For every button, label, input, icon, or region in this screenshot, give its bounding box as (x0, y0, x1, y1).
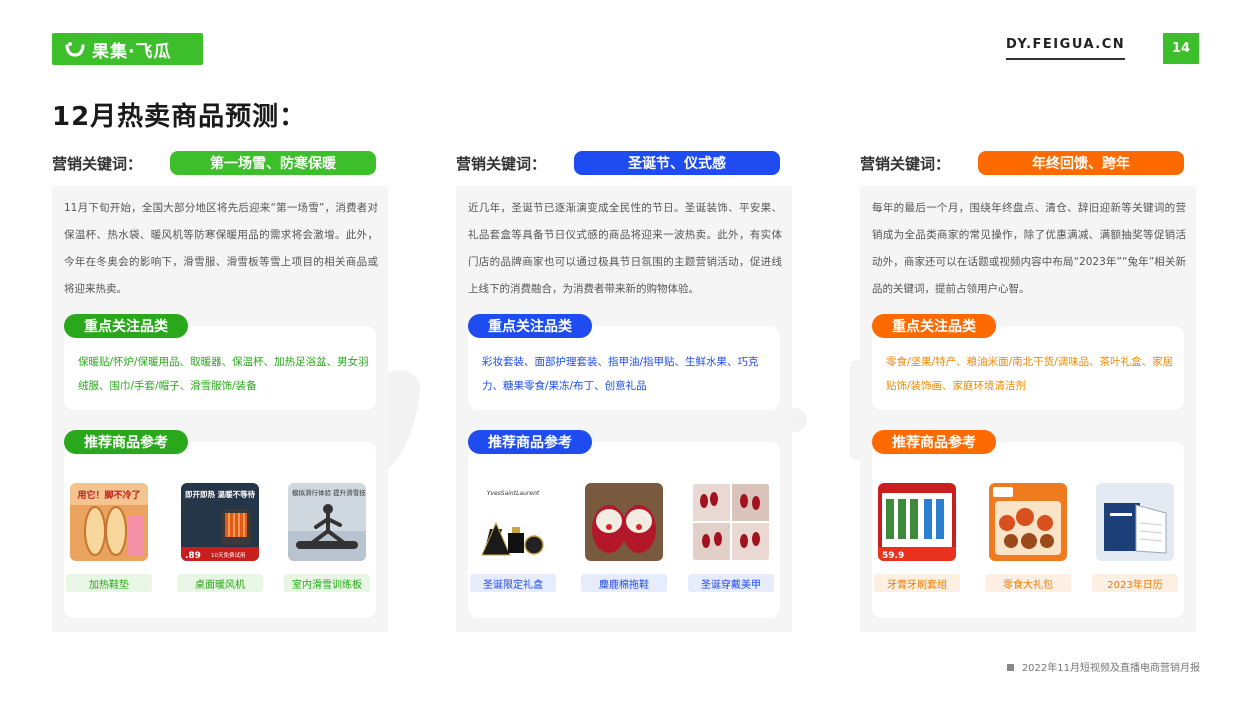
product-label: 零食大礼包 (985, 574, 1071, 592)
footer-text: 2022年11月短视频及直播电商营销月报 (1021, 663, 1200, 674)
page-number: 14 (1163, 33, 1199, 64)
desk-calendar-icon (1096, 483, 1174, 561)
press-on-nails-icon (692, 483, 770, 561)
desk-heater-icon: 即开即热 温暖不等待 .89 10天免费试用 (181, 483, 259, 561)
product-item[interactable]: 模拟滑行体验 提升滑雪技能 室内滑雪训练板 (284, 483, 370, 592)
product-item[interactable]: 59.9 牙膏牙刷套组 (874, 483, 960, 592)
insole-img-text: 用它！脚不冷了 (76, 489, 140, 501)
heated-insole-icon: 用它！脚不冷了 (70, 483, 148, 561)
focus-category-text: 保暖贴/怀炉/保暖用品、取暖器、保温杯、加热足浴盆、男女羽绒服、围巾/手套/帽子… (78, 356, 369, 392)
recommend-products-card: YvesSaintLaurent 圣诞限定礼盒 麋鹿棉拖鞋 圣诞穿戴美甲 (468, 442, 780, 618)
focus-category-text: 彩妆套装、面部护理套装、指甲油/指甲贴、生鲜水果、巧克力、糖果零食/果冻/布丁、… (482, 356, 759, 392)
product-label: 加热鞋垫 (66, 574, 152, 592)
brand-logo: 果集·飞瓜 (52, 33, 203, 65)
product-label: 圣诞限定礼盒 (470, 574, 556, 592)
recommend-products-pill: 推荐商品参考 (468, 430, 592, 454)
toothpaste-set-icon: 59.9 (878, 483, 956, 561)
keyword-pill: 第一场雪、防寒保暖 (170, 151, 376, 175)
product-label: 室内滑雪训练板 (284, 574, 370, 592)
intro-text: 11月下旬开始，全国大部分地区将先后迎来“第一场雪”，消费者对保温杯、热水袋、暖… (64, 202, 378, 295)
recommend-products-pill: 推荐商品参考 (64, 430, 188, 454)
column-panel: 近几年，圣诞节已逐渐演变成全民性的节日。圣诞装饰、平安果、礼品套盒等具备节日仪式… (456, 186, 792, 632)
product-label: 牙膏牙刷套组 (874, 574, 960, 592)
keyword-label: 营销关键词： (456, 154, 547, 173)
product-item[interactable]: YvesSaintLaurent 圣诞限定礼盒 (470, 483, 556, 592)
keyword-label: 营销关键词： (52, 154, 143, 173)
site-url[interactable]: DY.FEIGUA.CN (1006, 37, 1126, 60)
column-year-end: 营销关键词： 年终回馈、跨年 每年的最后一个月，围绕年终盘点、清仓、辞旧迎新等关… (860, 150, 1196, 632)
product-item[interactable]: 用它！脚不冷了 加热鞋垫 (66, 483, 152, 592)
snack-gift-pack-icon (989, 483, 1067, 561)
page-title: 12月热卖商品预测： (52, 102, 307, 132)
ski-img-text: 模拟滑行体验 提升滑雪技能 (292, 488, 366, 497)
column-panel: 每年的最后一个月，围绕年终盘点、清仓、辞旧迎新等关键词的营销成为全品类商家的常见… (860, 186, 1196, 632)
reindeer-slippers-icon (585, 483, 663, 561)
footer-report-title: 2022年11月短视频及直播电商营销月报 (1006, 659, 1200, 674)
product-item[interactable]: 2023年日历 (1092, 483, 1178, 592)
focus-category-card: 零食/坚果/特产、粮油米面/南北干货/调味品、茶叶礼盒、家居贴饰/装饰画、家庭环… (872, 326, 1184, 410)
makeup-img-text: YvesSaintLaurent (487, 490, 540, 497)
column-panel: 11月下旬开始，全国大部分地区将先后迎来“第一场雪”，消费者对保温杯、热水袋、暖… (52, 186, 388, 632)
footer-square-icon (1006, 664, 1014, 671)
product-label: 圣诞穿戴美甲 (688, 574, 774, 592)
keyword-pill: 年终回馈、跨年 (978, 151, 1184, 175)
focus-category-card: 彩妆套装、面部护理套装、指甲油/指甲贴、生鲜水果、巧克力、糖果零食/果冻/布丁、… (468, 326, 780, 410)
column-christmas: 营销关键词： 圣诞节、仪式感 近几年，圣诞节已逐渐演变成全民性的节日。圣诞装饰、… (456, 150, 792, 632)
recommend-products-pill: 推荐商品参考 (872, 430, 996, 454)
logo-text: 果集·飞瓜 (92, 41, 172, 62)
heater-img-trial: 10天免费试用 (211, 551, 246, 559)
product-item[interactable]: 零食大礼包 (985, 483, 1071, 592)
recommend-products-card: 59.9 牙膏牙刷套组 零食大礼包 2023年日历 (872, 442, 1184, 618)
product-item[interactable]: 麋鹿棉拖鞋 (581, 483, 667, 592)
focus-category-pill: 重点关注品类 (468, 314, 592, 338)
heater-img-price: .89 (185, 551, 201, 561)
focus-category-text: 零食/坚果/特产、粮油米面/南北干货/调味品、茶叶礼盒、家居贴饰/装饰画、家庭环… (886, 356, 1174, 392)
keyword-pill: 圣诞节、仪式感 (574, 151, 780, 175)
keyword-label: 营销关键词： (860, 154, 951, 173)
product-label: 麋鹿棉拖鞋 (581, 574, 667, 592)
logo-mark-icon (65, 42, 85, 57)
focus-category-pill: 重点关注品类 (872, 314, 996, 338)
product-label: 桌面暖风机 (177, 574, 263, 592)
column-snow-warmth: 营销关键词： 第一场雪、防寒保暖 11月下旬开始，全国大部分地区将先后迎来“第一… (52, 150, 388, 632)
focus-category-card: 保暖贴/怀炉/保暖用品、取暖器、保温杯、加热足浴盆、男女羽绒服、围巾/手套/帽子… (64, 326, 376, 410)
product-item[interactable]: 圣诞穿戴美甲 (688, 483, 774, 592)
makeup-gift-box-icon: YvesSaintLaurent (474, 483, 552, 561)
focus-category-pill: 重点关注品类 (64, 314, 188, 338)
intro-text: 近几年，圣诞节已逐渐演变成全民性的节日。圣诞装饰、平安果、礼品套盒等具备节日仪式… (468, 202, 782, 295)
toothpaste-img-price: 59.9 (882, 551, 904, 561)
intro-text: 每年的最后一个月，围绕年终盘点、清仓、辞旧迎新等关键词的营销成为全品类商家的常见… (872, 202, 1186, 295)
heater-img-text: 即开即热 温暖不等待 (185, 489, 256, 499)
ski-board-icon: 模拟滑行体验 提升滑雪技能 (288, 483, 366, 561)
product-label: 2023年日历 (1092, 574, 1178, 592)
product-item[interactable]: 即开即热 温暖不等待 .89 10天免费试用 桌面暖风机 (177, 483, 263, 592)
recommend-products-card: 用它！脚不冷了 加热鞋垫 即开即热 温暖不等待 .89 10天免费试用 桌面暖风… (64, 442, 376, 618)
